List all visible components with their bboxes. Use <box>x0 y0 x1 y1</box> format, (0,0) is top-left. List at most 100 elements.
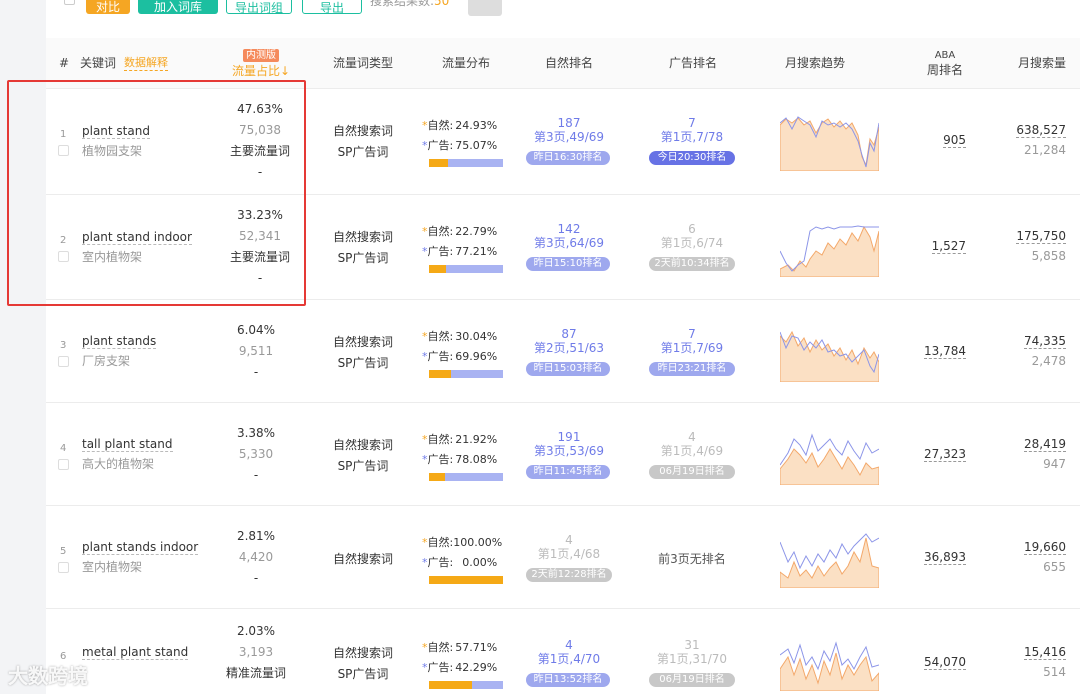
natural-rank-num: 142 <box>557 222 581 236</box>
aba-rank: 54,070 <box>896 655 966 670</box>
row-checkbox[interactable] <box>58 459 69 470</box>
dist-ad: *广告: 0.00% <box>422 556 498 569</box>
keyword-cn: 室内植物架 <box>82 560 143 574</box>
trend-sparkline[interactable] <box>780 635 879 691</box>
dist-natural-value: 22.79% <box>455 225 498 238</box>
daily-search-value: 947 <box>1043 457 1066 471</box>
compare-button[interactable]: 对比 <box>86 0 130 14</box>
aba-rank-value: 54,070 <box>924 655 966 670</box>
ad-rank-time-pill: 06月19日排名 <box>649 673 735 687</box>
keyword-en[interactable]: plant stands <box>82 334 157 349</box>
add-to-library-button[interactable]: 加入词库 <box>138 0 218 14</box>
table-row[interactable]: 6 metal plant stand 2.03% 3,193 精准流量词 自然… <box>46 609 1080 694</box>
dist-ad: *广告: 75.07% <box>422 139 498 152</box>
dist-natural: *自然:100.00% <box>422 536 503 549</box>
type-sp-ad: SP广告词 <box>337 459 389 473</box>
daily-search-value: 5,858 <box>1031 249 1066 263</box>
aba-rank-value: 905 <box>943 133 966 148</box>
daily-search-value: 655 <box>1043 560 1066 574</box>
data-explain-link[interactable]: 数据解释 <box>124 56 169 71</box>
ad-rank-page: 第1页,4/69 <box>660 444 724 458</box>
dist-bar <box>429 265 503 273</box>
ad-rank: 31 第1页,31/70 <box>649 638 735 666</box>
monthly-search-value: 175,750 <box>1016 229 1066 244</box>
natural-rank: 4 第1页,4/70 <box>526 638 612 666</box>
natural-rank-page: 第3页,49/69 <box>533 130 605 144</box>
monthly-search-value: 638,527 <box>1016 123 1066 138</box>
trend-sparkline[interactable] <box>780 221 879 277</box>
row-index: 5 <box>60 546 67 557</box>
result-count-value: 50 <box>434 0 450 8</box>
col-aba-label-1: ABA <box>934 50 956 61</box>
dist-ad-value: 75.07% <box>455 139 498 152</box>
col-distribution: 流量分布 <box>441 56 490 70</box>
dist-ad-value: 42.29% <box>455 661 498 674</box>
add-to-library-label: 加入词库 <box>153 0 202 14</box>
dist-bar <box>429 159 503 167</box>
keyword-en[interactable]: plant stands indoor <box>82 540 199 555</box>
col-trend: 月搜索趋势 <box>784 56 845 70</box>
natural-rank-num: 191 <box>557 430 581 444</box>
keyword-en[interactable]: metal plant stand <box>82 645 189 660</box>
monthly-search-value: 19,660 <box>1024 540 1066 555</box>
trend-sparkline[interactable] <box>780 115 879 171</box>
type-natural: 自然搜索词 <box>332 124 393 138</box>
keyword-en[interactable]: tall plant stand <box>82 437 173 452</box>
dist-ad-label: 广告: <box>427 453 454 466</box>
ad-rank: 6 第1页,6/74 <box>649 222 735 250</box>
type-natural: 自然搜索词 <box>332 230 393 244</box>
export-label: 导出 <box>319 1 344 15</box>
trend-sparkline[interactable] <box>780 532 879 588</box>
share-count: 5,330 <box>238 447 274 461</box>
row-index: 3 <box>60 340 67 351</box>
natural-rank-time-pill: 昨日15:10排名 <box>526 257 610 271</box>
natural-rank-page: 第3页,53/69 <box>533 444 605 458</box>
ad-rank: 7 第1页,7/69 <box>649 327 735 355</box>
natural-rank-num: 4 <box>565 638 573 652</box>
table-row[interactable]: 5 plant stands indoor 室内植物架 2.81% 4,420 … <box>46 506 1080 609</box>
type-natural: 自然搜索词 <box>332 335 393 349</box>
ad-rank-time-pill: 2天前10:34排名 <box>649 257 735 271</box>
delete-icon[interactable] <box>468 0 502 16</box>
aba-rank: 27,323 <box>896 447 966 462</box>
ad-rank-time-pill: 今日20:30排名 <box>649 151 735 165</box>
col-traffic-share-label: 流量占比↓ <box>231 63 291 78</box>
aba-rank-value: 1,527 <box>931 239 966 254</box>
ad-rank-num: 6 <box>688 222 696 236</box>
table-row[interactable]: 3 plant stands 厂房支架 6.04% 9,511 - 自然搜索词 … <box>46 300 1080 403</box>
monthly-search: 638,527 21,284 <box>986 123 1066 157</box>
daily-search-value: 21,284 <box>1024 143 1066 157</box>
natural-rank-page: 第1页,4/70 <box>537 652 601 666</box>
result-count-label: 搜索结果数: <box>370 0 435 8</box>
natural-rank-page: 第2页,51/63 <box>533 341 605 355</box>
natural-rank-page: 第1页,4/68 <box>537 547 601 561</box>
select-all-checkbox[interactable] <box>64 0 75 5</box>
row-checkbox[interactable] <box>58 562 69 573</box>
dist-ad-label: 广告: <box>427 350 454 363</box>
trend-sparkline[interactable] <box>780 326 879 382</box>
export-group-button[interactable]: 导出词组 <box>226 0 292 15</box>
monthly-search: 28,419 947 <box>986 437 1066 471</box>
trend-sparkline[interactable] <box>780 429 879 485</box>
type-natural: 自然搜索词 <box>332 552 393 566</box>
table-row[interactable]: 4 tall plant stand 高大的植物架 3.38% 5,330 - … <box>46 403 1080 506</box>
col-natural-rank: 自然排名 <box>544 56 593 70</box>
dist-natural-value: 30.04% <box>455 330 498 343</box>
dist-ad-value: 78.08% <box>455 453 498 466</box>
dist-ad-value: 69.96% <box>455 350 498 363</box>
aba-rank: 905 <box>896 133 966 148</box>
ad-rank-page: 第1页,6/74 <box>660 236 724 250</box>
share-dash: - <box>253 468 259 482</box>
export-button[interactable]: 导出 <box>302 0 362 15</box>
row-index: 4 <box>60 443 67 454</box>
dist-ad: *广告: 78.08% <box>422 453 498 466</box>
natural-rank-num: 87 <box>561 327 577 341</box>
dist-bar-fill <box>429 473 446 481</box>
dist-natural-value: 100.00% <box>453 536 503 549</box>
dist-natural-label: 自然: <box>427 433 454 446</box>
row-checkbox[interactable] <box>58 356 69 367</box>
dist-bar-fill <box>429 681 472 689</box>
monthly-search-value: 74,335 <box>1024 334 1066 349</box>
beta-badge: 内测版 <box>243 48 279 62</box>
monthly-search: 15,416 514 <box>986 645 1066 679</box>
